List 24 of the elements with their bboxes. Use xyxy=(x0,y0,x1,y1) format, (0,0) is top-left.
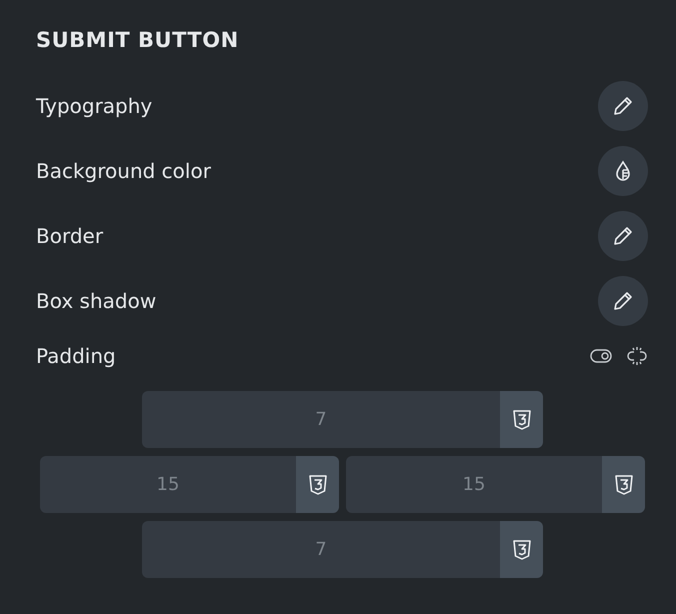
css-icon[interactable] xyxy=(308,474,328,496)
color-button[interactable] xyxy=(598,146,648,196)
setting-label: Box shadow xyxy=(36,289,156,313)
setting-label: Border xyxy=(36,224,104,248)
setting-label: Padding xyxy=(36,344,116,368)
edit-button[interactable] xyxy=(598,81,648,131)
css-button[interactable] xyxy=(500,521,543,578)
css-icon[interactable] xyxy=(512,408,532,430)
css-button[interactable] xyxy=(296,456,339,513)
css-button[interactable] xyxy=(602,456,645,513)
number-field[interactable]: 15 xyxy=(40,456,296,513)
css-button[interactable] xyxy=(500,391,543,448)
edit-button[interactable] xyxy=(598,211,648,261)
section-title: SUBMIT BUTTON xyxy=(36,28,240,54)
toggle-icon[interactable] xyxy=(590,349,612,363)
unlink-icon[interactable] xyxy=(626,345,648,367)
setting-label: Typography xyxy=(36,94,152,118)
number-field[interactable]: 15 xyxy=(346,456,602,513)
css-icon[interactable] xyxy=(512,538,532,560)
css-icon[interactable] xyxy=(614,474,634,496)
setting-label: Background color xyxy=(36,159,211,183)
edit-button[interactable] xyxy=(598,276,648,326)
number-field[interactable]: 7 xyxy=(142,521,500,578)
number-field[interactable]: 7 xyxy=(142,391,500,448)
